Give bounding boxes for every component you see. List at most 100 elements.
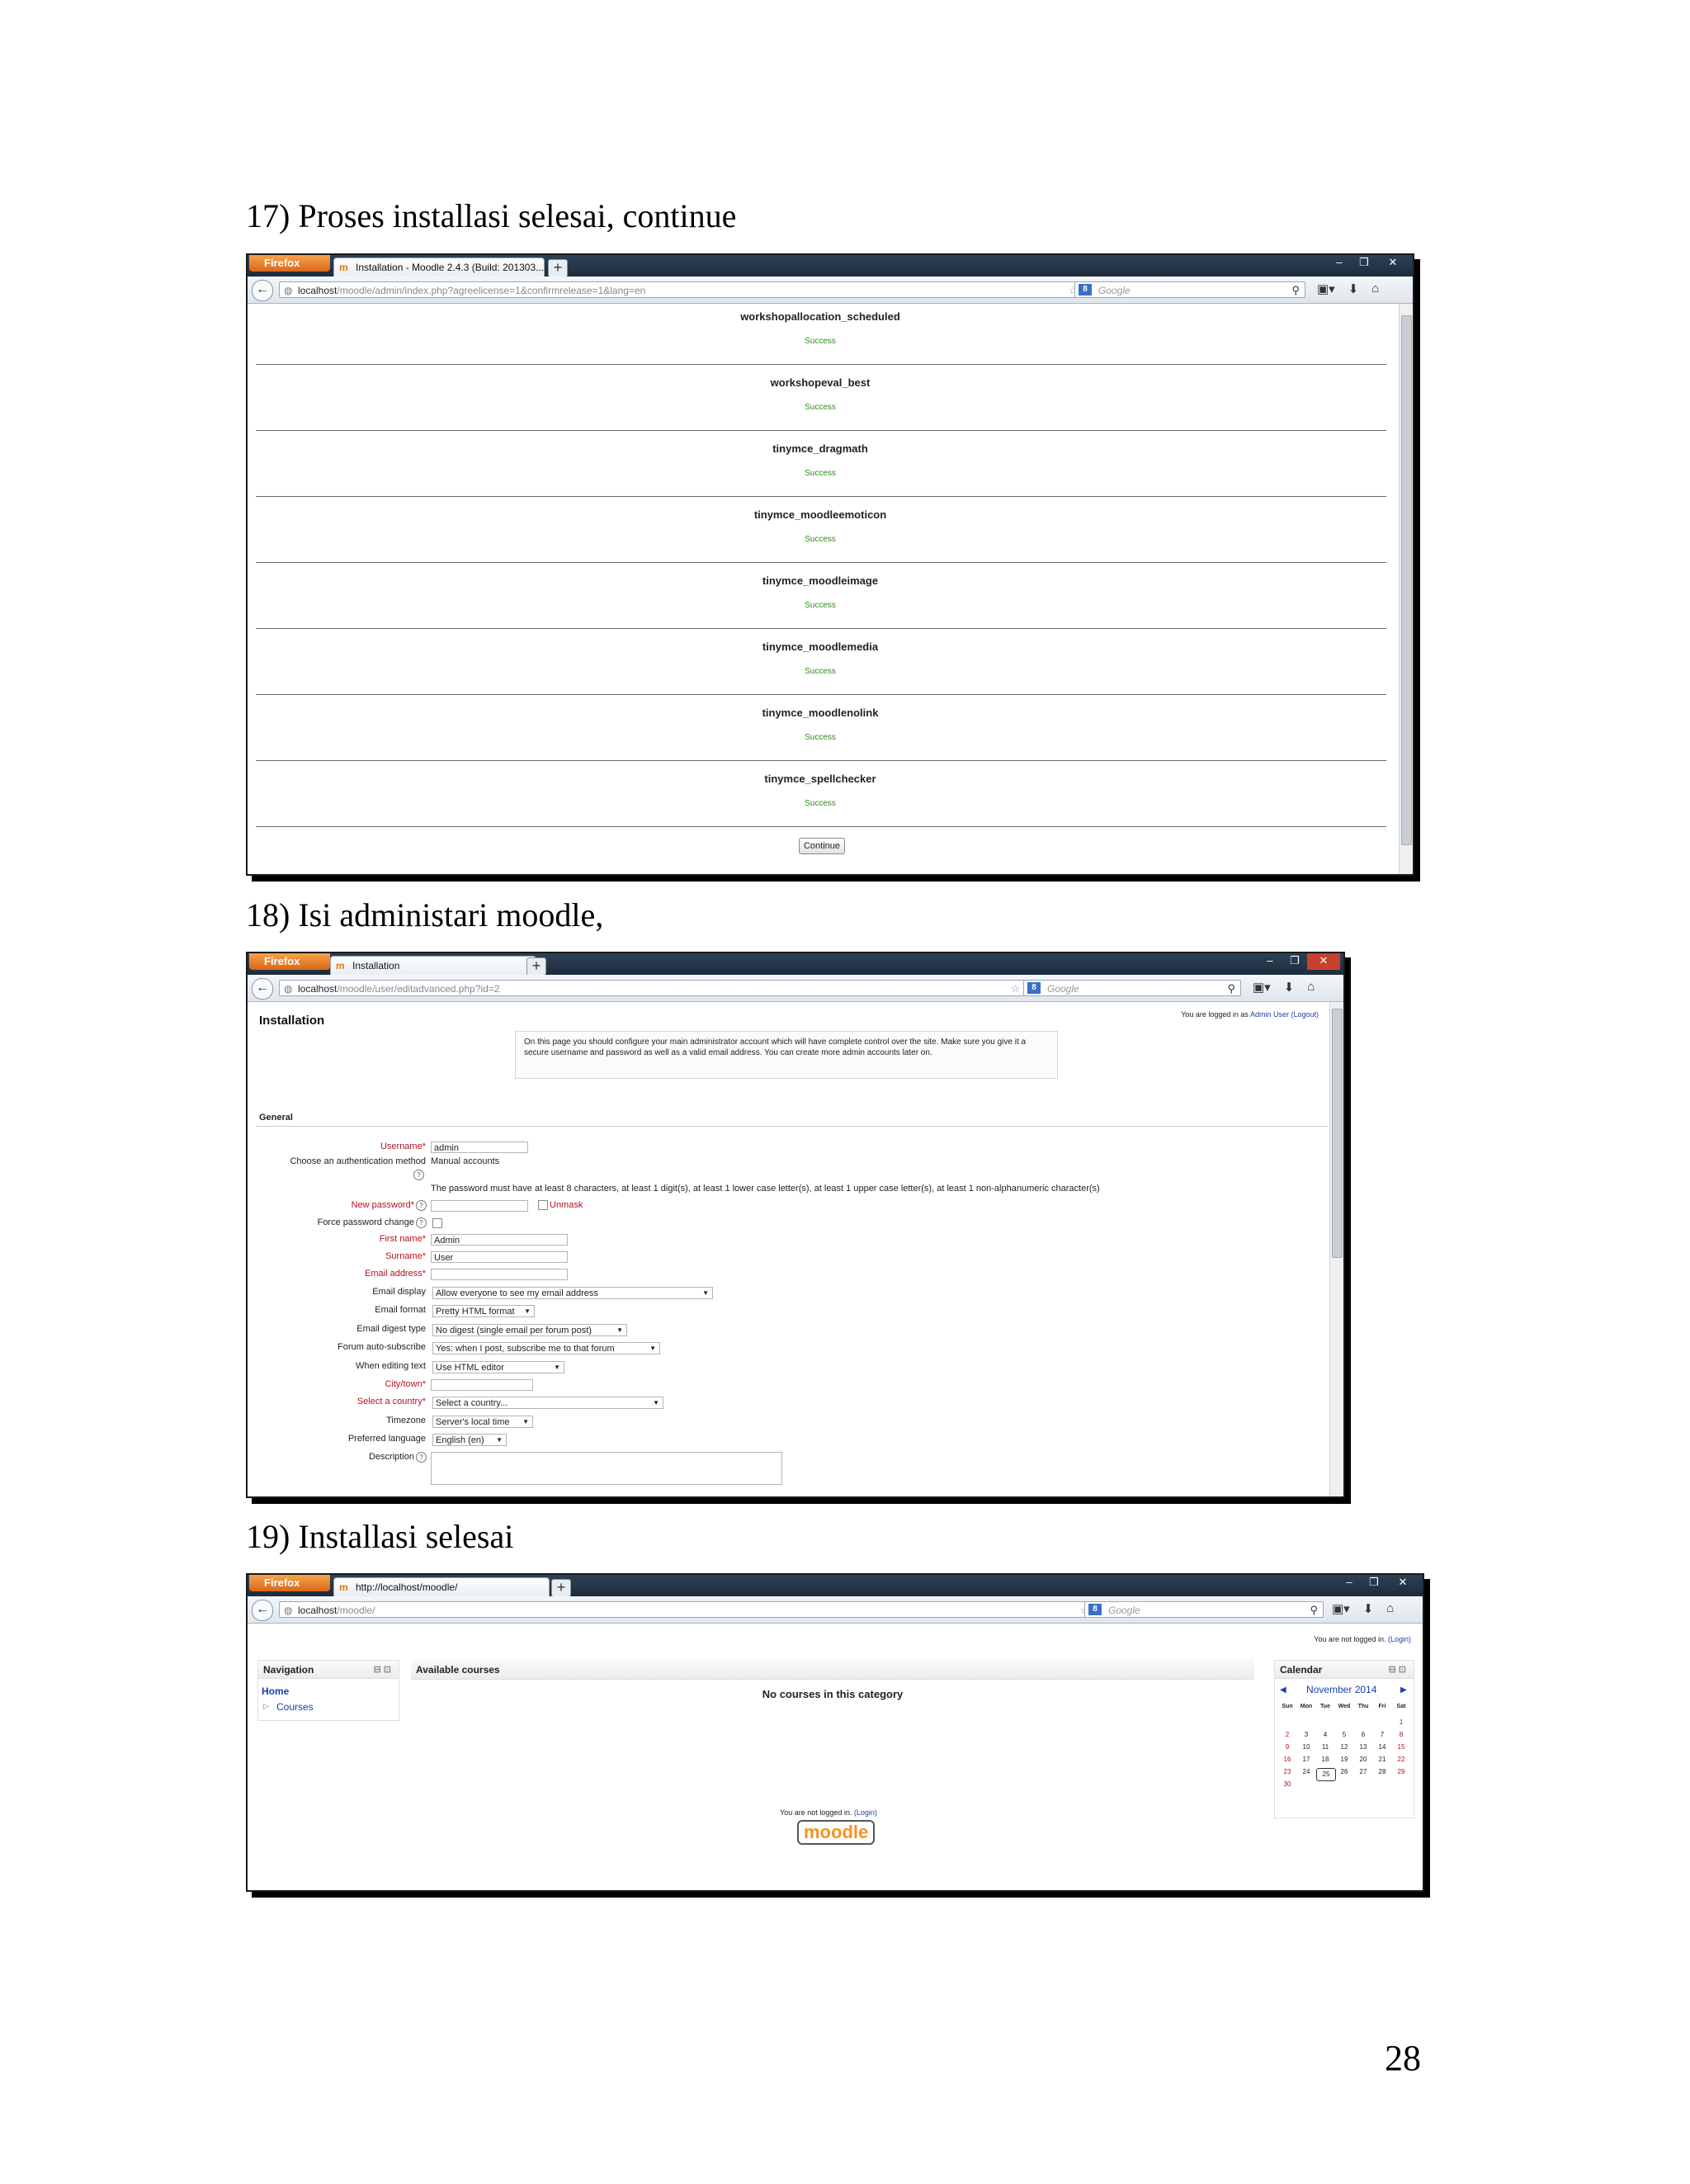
close-icon[interactable]: ✕ [1376, 255, 1409, 272]
calendar-day[interactable]: 15 [1392, 1743, 1410, 1751]
next-month-icon[interactable]: ▶ [1400, 1685, 1407, 1695]
calendar-day[interactable]: 5 [1335, 1731, 1353, 1738]
calendar-day[interactable]: 20 [1354, 1756, 1372, 1763]
firefox-menu-button[interactable]: Firefox [249, 255, 330, 272]
description-editor[interactable] [431, 1452, 782, 1485]
calendar-day[interactable]: 27 [1354, 1768, 1372, 1775]
close-icon[interactable]: ✕ [1386, 1575, 1419, 1591]
editing-text-select[interactable]: Use HTML editor ▼ [432, 1361, 564, 1373]
restore-icon[interactable]: ❐ [1352, 255, 1376, 272]
calendar-day[interactable]: 7 [1373, 1731, 1391, 1738]
help-icon[interactable]: ? [416, 1200, 427, 1211]
calendar-day[interactable]: 17 [1297, 1756, 1315, 1763]
scrollbar-thumb[interactable] [1332, 1009, 1343, 1258]
calendar-day[interactable]: 18 [1316, 1756, 1334, 1763]
username-input[interactable]: admin [431, 1142, 528, 1153]
bookmarks-icon[interactable]: ▣▾ [1317, 281, 1335, 296]
address-bar[interactable]: ◍ localhost/moodle/admin/index.php?agree… [279, 281, 1104, 298]
logout-link[interactable]: (Logout) [1291, 1010, 1319, 1019]
search-icon[interactable]: ⚲ [1310, 1602, 1318, 1619]
email-display-select[interactable]: Allow everyone to see my email address ▼ [432, 1287, 713, 1299]
search-icon[interactable]: ⚲ [1227, 981, 1235, 997]
timezone-select[interactable]: Server's local time ▼ [432, 1416, 533, 1428]
calendar-day[interactable]: 30 [1278, 1780, 1296, 1788]
back-arrow-icon[interactable]: ← [252, 280, 273, 301]
calendar-day[interactable]: 10 [1297, 1743, 1315, 1751]
calendar-day[interactable]: 3 [1297, 1731, 1315, 1738]
login-link[interactable]: (Login) [1388, 1635, 1411, 1643]
calendar-day[interactable]: 13 [1354, 1743, 1372, 1751]
block-controls-icon[interactable]: ⊟⊡ [374, 1661, 394, 1679]
bookmarks-icon[interactable]: ▣▾ [1332, 1601, 1350, 1616]
calendar-day[interactable]: 22 [1392, 1756, 1410, 1763]
expand-arrow-icon[interactable]: ▷ [263, 1702, 269, 1711]
tab-installation[interactable]: m Installation [330, 956, 536, 975]
continue-button[interactable]: Continue [799, 838, 845, 854]
city-input[interactable] [431, 1379, 533, 1391]
address-bar[interactable]: ◍ localhost/moodle/ ☆ ▾ ↻ [279, 1601, 1116, 1618]
new-tab-button[interactable]: + [548, 259, 568, 277]
restore-icon[interactable]: ❐ [1282, 953, 1307, 970]
calendar-day[interactable]: 21 [1373, 1756, 1391, 1763]
surname-input[interactable]: User [431, 1251, 568, 1263]
scrollbar-thumb[interactable] [1401, 315, 1412, 845]
calendar-day[interactable]: 16 [1278, 1756, 1296, 1763]
download-icon[interactable]: ⬇ [1284, 980, 1295, 995]
prev-month-icon[interactable]: ◀ [1280, 1685, 1286, 1695]
nav-home-link[interactable]: Home [262, 1685, 289, 1697]
minimize-icon[interactable]: – [1337, 1575, 1362, 1591]
help-icon[interactable]: ? [416, 1217, 427, 1228]
close-icon[interactable]: ✕ [1307, 953, 1340, 970]
new-tab-button[interactable]: + [551, 1579, 571, 1597]
firefox-menu-button[interactable]: Firefox [249, 1575, 330, 1591]
bookmarks-icon[interactable]: ▣▾ [1253, 980, 1271, 995]
block-controls-icon[interactable]: ⊟⊡ [1389, 1661, 1409, 1679]
user-profile-link[interactable]: Admin User [1250, 1010, 1289, 1019]
search-box[interactable]: 8 Google ⚲ [1084, 1601, 1324, 1618]
home-icon[interactable]: ⌂ [1386, 1601, 1394, 1616]
new-tab-button[interactable]: + [526, 957, 546, 976]
calendar-day[interactable]: 23 [1278, 1768, 1296, 1775]
home-icon[interactable]: ⌂ [1307, 980, 1315, 995]
email-address-input[interactable] [431, 1269, 568, 1280]
back-arrow-icon[interactable]: ← [252, 1600, 273, 1621]
calendar-day[interactable]: 12 [1335, 1743, 1353, 1751]
calendar-day[interactable]: 29 [1392, 1768, 1410, 1775]
back-arrow-icon[interactable]: ← [252, 978, 273, 1000]
calendar-day[interactable]: 6 [1354, 1731, 1372, 1738]
download-icon[interactable]: ⬇ [1363, 1601, 1374, 1616]
calendar-day[interactable]: 24 [1297, 1768, 1315, 1775]
address-bar[interactable]: ◍ localhost/moodle/user/editadvanced.php… [279, 980, 1046, 996]
calendar-day[interactable]: 28 [1373, 1768, 1391, 1775]
calendar-day[interactable]: 4 [1316, 1731, 1334, 1738]
firefox-menu-button[interactable]: Firefox [249, 953, 330, 970]
country-select[interactable]: Select a country... ▼ [432, 1397, 663, 1409]
search-box[interactable]: 8 Google ⚲ [1023, 980, 1241, 996]
help-icon[interactable]: ? [413, 1170, 424, 1180]
calendar-day[interactable]: 14 [1373, 1743, 1391, 1751]
tab-installation[interactable]: m Installation - Moodle 2.4.3 (Build: 20… [333, 258, 545, 277]
unmask-checkbox[interactable] [538, 1200, 548, 1210]
calendar-month[interactable]: November 2014 [1306, 1684, 1376, 1695]
tab-moodle-home[interactable]: m http://localhost/moodle/ [333, 1577, 550, 1596]
nav-courses-link[interactable]: Courses [276, 1701, 314, 1713]
email-format-select[interactable]: Pretty HTML format ▼ [432, 1305, 535, 1317]
calendar-day[interactable]: 8 [1392, 1731, 1410, 1738]
calendar-day[interactable]: 9 [1278, 1743, 1296, 1751]
calendar-day[interactable]: 19 [1335, 1756, 1353, 1763]
calendar-day[interactable]: 1 [1392, 1718, 1410, 1726]
download-icon[interactable]: ⬇ [1348, 281, 1359, 296]
restore-icon[interactable]: ❐ [1362, 1575, 1386, 1591]
search-icon[interactable]: ⚲ [1291, 282, 1300, 299]
new-password-input[interactable] [431, 1200, 528, 1212]
force-password-change-checkbox[interactable] [432, 1218, 442, 1228]
minimize-icon[interactable]: – [1258, 953, 1282, 970]
email-digest-select[interactable]: No digest (single email per forum post) ▼ [432, 1324, 627, 1336]
moodle-logo[interactable]: moodle [797, 1820, 876, 1845]
first-name-input[interactable]: Admin [431, 1234, 568, 1246]
footer-login-link[interactable]: (Login) [854, 1808, 877, 1817]
vertical-scrollbar[interactable] [1329, 1002, 1343, 1496]
help-icon[interactable]: ? [416, 1452, 427, 1463]
minimize-icon[interactable]: – [1327, 255, 1352, 272]
calendar-day[interactable]: 11 [1316, 1743, 1334, 1751]
